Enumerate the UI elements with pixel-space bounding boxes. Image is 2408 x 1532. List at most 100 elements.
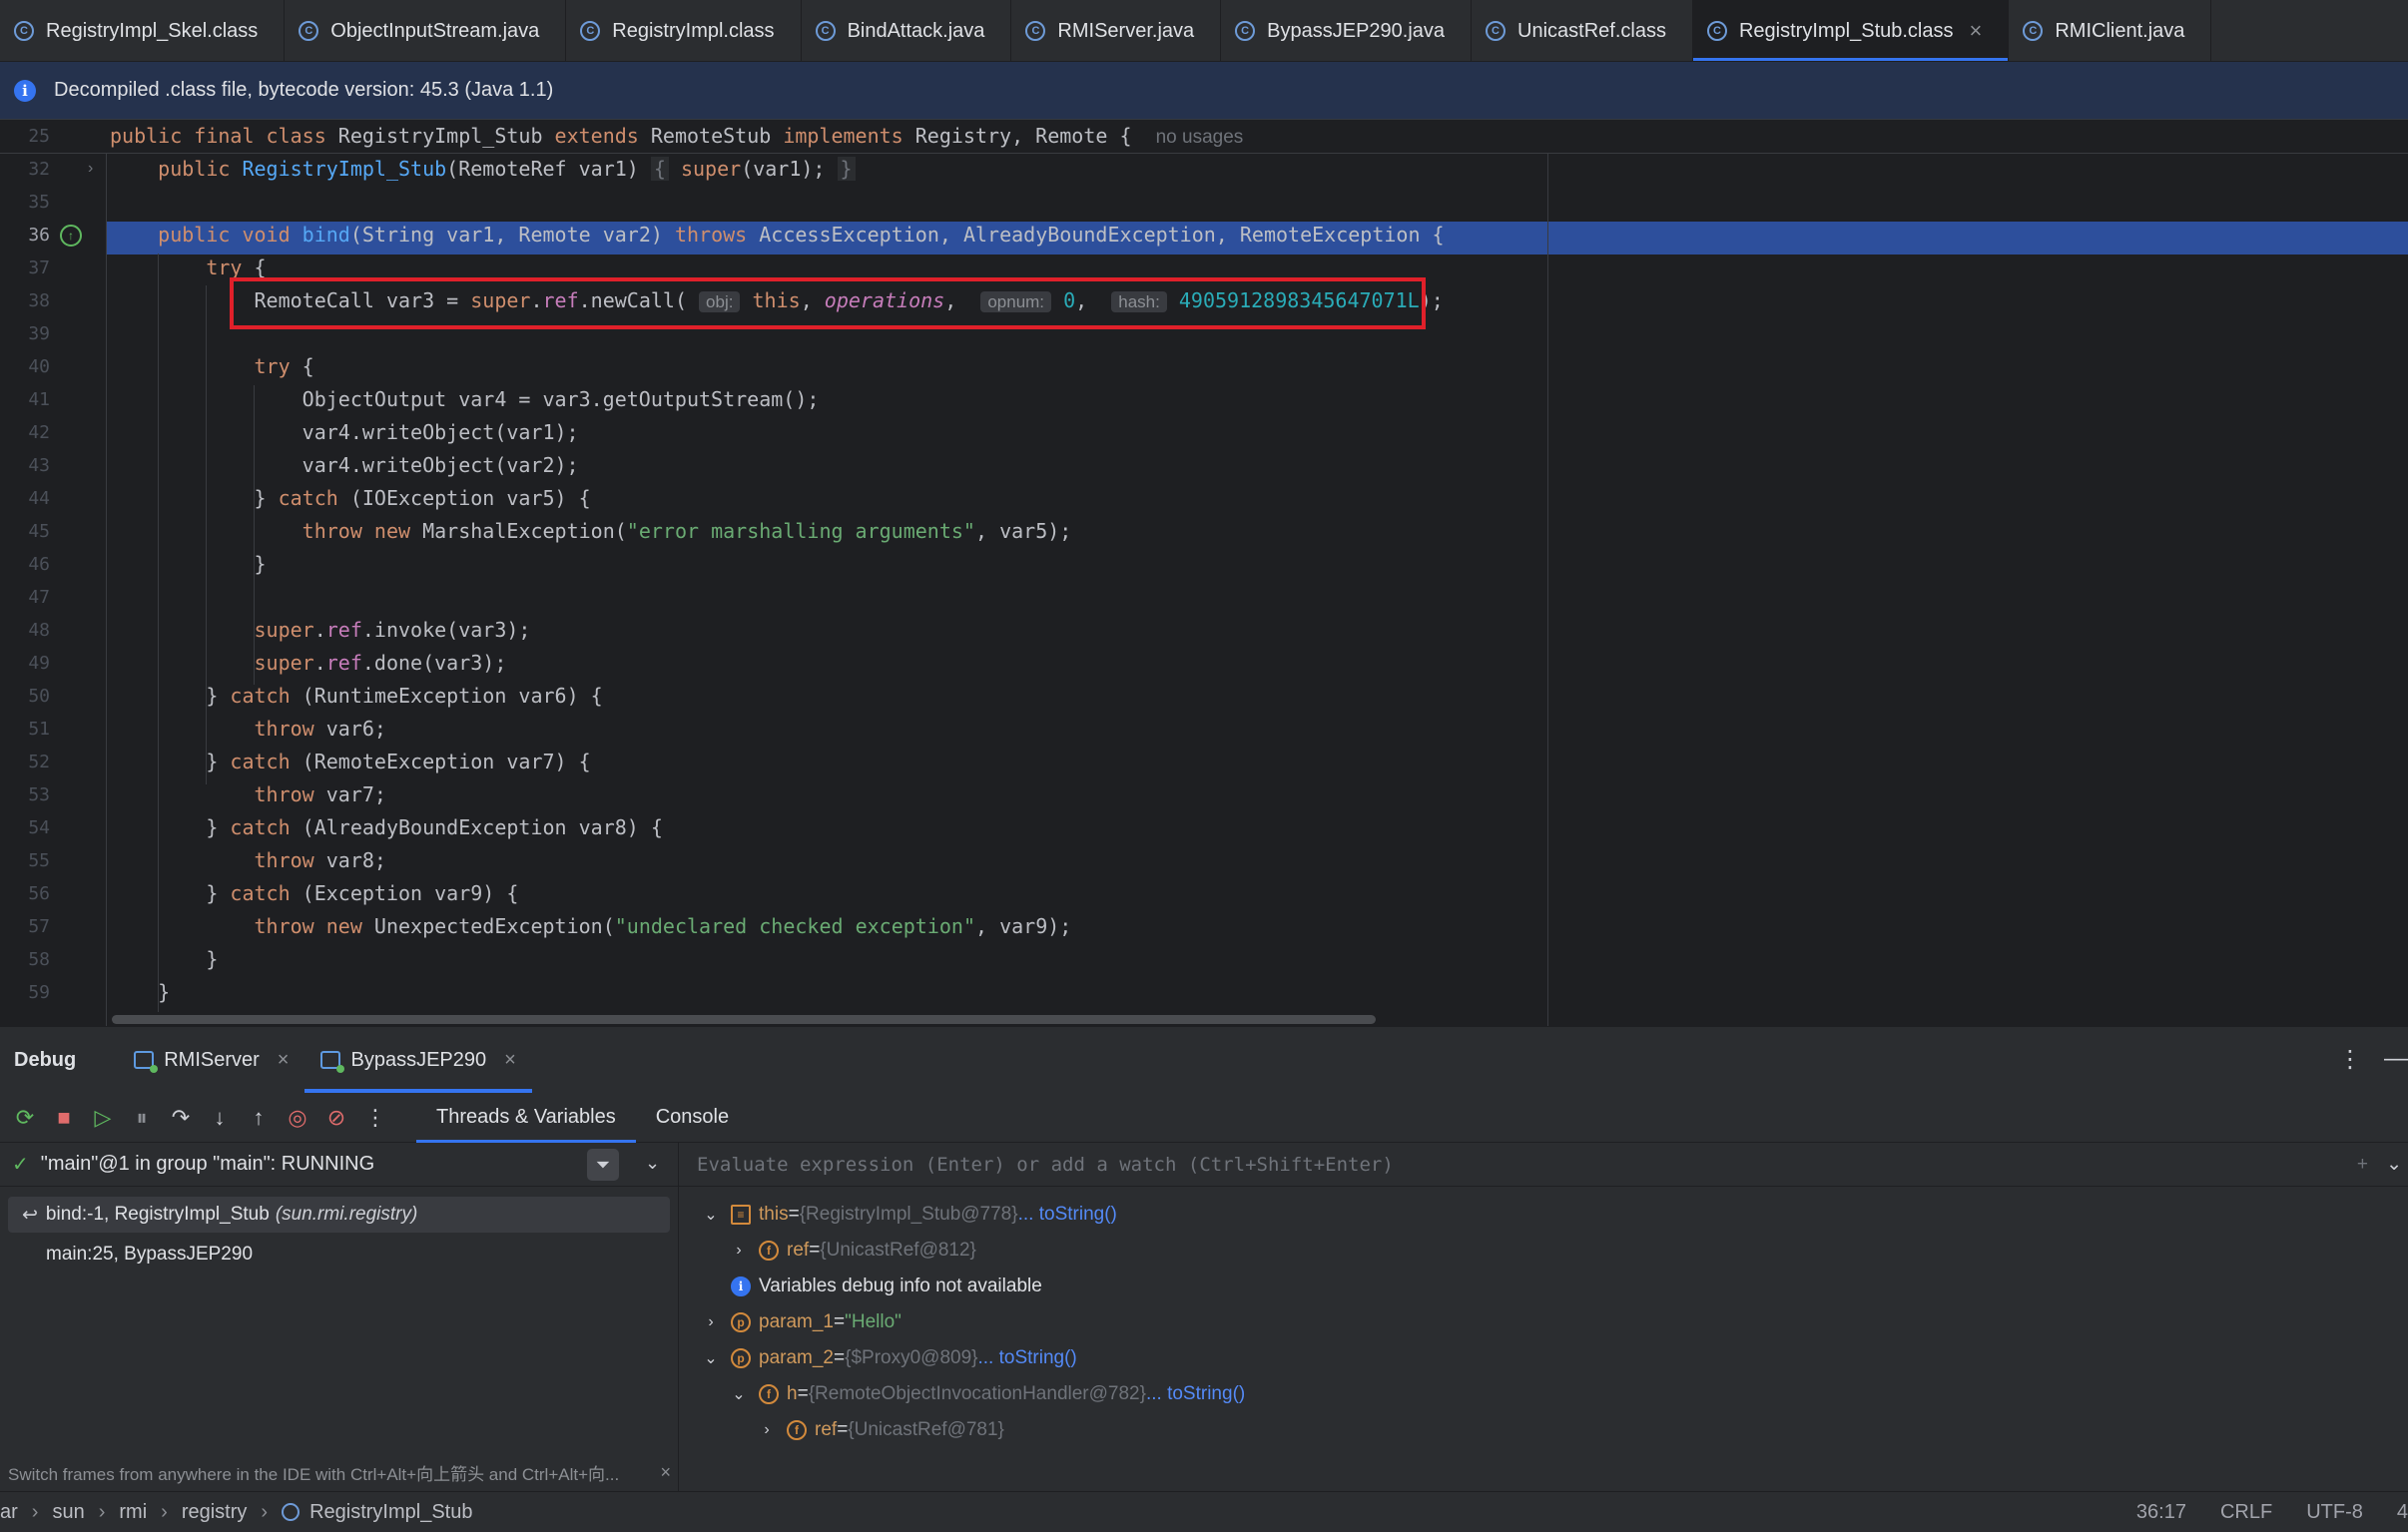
tab-unicastref[interactable]: C UnicastRef.class [1472, 0, 1693, 61]
class-icon [282, 1503, 301, 1521]
expanded-chevron-icon[interactable]: ⌄ [729, 1384, 749, 1404]
rerun-icon[interactable]: ⟳ [6, 1099, 44, 1137]
tab-registryimpl-stub[interactable]: C RegistryImpl_Stub.class × [1692, 0, 2010, 61]
indent-setting[interactable]: 4 [2397, 1501, 2408, 1524]
field-icon: f [759, 1241, 779, 1261]
tab-label: BindAttack.java [847, 19, 985, 42]
line-number: 54 [28, 817, 50, 838]
tab-rmiclient[interactable]: C RMIClient.java [2009, 0, 2212, 61]
file-encoding[interactable]: UTF-8 [2306, 1501, 2363, 1524]
minimize-icon[interactable]: — [2384, 1045, 2408, 1074]
to-string-link[interactable]: ... toString() [1146, 1383, 1245, 1405]
debug-session-tab-rmiserver[interactable]: RMIServer × [118, 1027, 304, 1093]
line-number: 59 [28, 982, 50, 1003]
line-number: 52 [28, 752, 50, 772]
tab-label: RMIServer.java [1057, 19, 1195, 42]
frame-package: (sun.rmi.registry) [275, 1204, 418, 1225]
close-icon[interactable]: × [1970, 18, 1983, 44]
variable-row[interactable]: › p param_1 = "Hello" [701, 1304, 902, 1340]
breadcrumb-item[interactable]: registry [182, 1501, 248, 1524]
tab-bypassjep290[interactable]: C BypassJEP290.java [1221, 0, 1473, 61]
evaluate-expression-input[interactable]: Evaluate expression (Enter) or add a wat… [679, 1143, 2408, 1187]
line-number: 56 [28, 883, 50, 904]
to-string-link[interactable]: ... toString() [1018, 1204, 1117, 1226]
thread-selector[interactable]: ✓ "main"@1 in group "main": RUNNING ⏷ ⌄ [0, 1143, 678, 1187]
line-number: 32 [28, 159, 50, 180]
debug-header-actions: ⋮ — [2338, 1045, 2408, 1074]
cursor-position[interactable]: 36:17 [2136, 1501, 2186, 1524]
close-icon[interactable]: × [278, 1049, 290, 1072]
thread-label: "main"@1 in group "main": RUNNING [40, 1153, 375, 1175]
horizontal-scrollbar[interactable] [112, 1015, 1376, 1024]
close-icon[interactable]: × [504, 1049, 516, 1072]
stack-frame[interactable]: main:25, BypassJEP290 [0, 1237, 678, 1273]
variable-row[interactable]: ⌄ p param_2 = {$Proxy0@809} ... toString… [701, 1340, 1077, 1376]
tab-label: RMIClient.java [2055, 19, 2185, 42]
filter-icon[interactable]: ⏷ [587, 1149, 619, 1181]
code-line-55: throw var8; [254, 848, 386, 872]
breadcrumb-item[interactable]: RegistryImpl_Stub [309, 1501, 472, 1524]
pause-icon[interactable]: ⏸ [123, 1099, 161, 1137]
line-number: 46 [28, 554, 50, 575]
more-icon[interactable]: ⋮ [356, 1099, 394, 1137]
step-into-icon[interactable]: ↓ [201, 1099, 239, 1137]
annotation-red-box [230, 277, 1426, 329]
close-icon[interactable]: × [660, 1462, 671, 1483]
tab-objectinputstream[interactable]: C ObjectInputStream.java [285, 0, 567, 61]
code-line-32: public RegistryImpl_Stub(RemoteRef var1)… [110, 157, 856, 181]
tab-bindattack[interactable]: C BindAttack.java [802, 0, 1012, 61]
variable-row[interactable]: ⌄ f h = {RemoteObjectInvocationHandler@7… [729, 1376, 1245, 1412]
var-eq: = [834, 1311, 846, 1332]
variable-row[interactable]: › f ref = {UnicastRef@781} [757, 1412, 1004, 1448]
tab-threads-variables[interactable]: Threads & Variables [416, 1093, 636, 1143]
stack-frame[interactable]: ↩ bind:-1, RegistryImpl_Stub (sun.rmi.re… [8, 1197, 670, 1233]
chevron-right-icon[interactable]: › [729, 1242, 749, 1260]
variable-row[interactable]: ⌄ ≡ this = {RegistryImpl_Stub@778} ... t… [701, 1197, 1117, 1233]
chevron-right-icon[interactable]: › [701, 1313, 721, 1331]
chevron-right-icon[interactable]: › [757, 1421, 777, 1439]
code-editor[interactable]: 25 32 35 36 37 38 39 40 41 42 43 44 45 4… [0, 120, 2408, 1026]
chevron-down-icon[interactable]: ⌄ [645, 1153, 660, 1174]
line-number: 25 [28, 126, 50, 147]
mute-breakpoints-icon[interactable]: ⊘ [317, 1099, 355, 1137]
line-separator[interactable]: CRLF [2220, 1501, 2272, 1524]
return-arrow-icon: ↩ [22, 1204, 38, 1226]
expanded-chevron-icon[interactable]: ⌄ [701, 1205, 721, 1225]
tab-rmiserver[interactable]: C RMIServer.java [1011, 0, 1222, 61]
to-string-link[interactable]: ... toString() [978, 1347, 1077, 1369]
tab-label: UnicastRef.class [1517, 19, 1666, 42]
step-over-icon[interactable]: ↷ [162, 1099, 200, 1137]
breakpoint-icon[interactable]: ↑ [60, 225, 82, 247]
session-label: BypassJEP290 [350, 1048, 487, 1071]
expanded-chevron-icon[interactable]: ⌄ [701, 1348, 721, 1368]
run-config-icon [320, 1051, 345, 1073]
resume-icon[interactable]: ▷ [84, 1099, 122, 1137]
tab-label: BypassJEP290.java [1267, 19, 1446, 42]
breadcrumb-item[interactable]: sun [52, 1501, 84, 1524]
chevron-down-icon[interactable]: ⌄ [2386, 1153, 2402, 1176]
step-out-icon[interactable]: ↑ [240, 1099, 278, 1137]
class-file-icon: C [14, 21, 34, 41]
stop-icon[interactable]: ■ [45, 1099, 83, 1137]
debug-session-tab-bypassjep290[interactable]: BypassJEP290 × [304, 1027, 533, 1093]
tab-console[interactable]: Console [636, 1093, 749, 1143]
editor-tab-bar: C RegistryImpl_Skel.class C ObjectInputStr… [0, 0, 2408, 62]
run-config-icon [134, 1051, 159, 1073]
line-number: 45 [28, 521, 50, 542]
var-name: this [759, 1204, 789, 1225]
tab-registryimpl-skel[interactable]: C RegistryImpl_Skel.class [0, 0, 286, 61]
add-watch-icon[interactable]: + [2357, 1154, 2368, 1176]
breadcrumb-item[interactable]: ar [0, 1501, 18, 1524]
variables-pane: Evaluate expression (Enter) or add a wat… [679, 1143, 2408, 1492]
variable-row[interactable]: › f ref = {UnicastRef@812} [729, 1233, 976, 1269]
line-number: 47 [28, 587, 50, 608]
view-breakpoints-icon[interactable]: ◎ [279, 1099, 316, 1137]
java-file-icon: C [815, 21, 836, 41]
tab-registryimpl[interactable]: C RegistryImpl.class [566, 0, 802, 61]
line-number: 55 [28, 850, 50, 871]
more-options-icon[interactable]: ⋮ [2338, 1045, 2362, 1074]
line-number: 39 [28, 323, 50, 344]
java-file-icon: C [1025, 21, 1046, 41]
fold-chevron-icon[interactable]: › [88, 160, 93, 178]
breadcrumb-item[interactable]: rmi [119, 1501, 147, 1524]
